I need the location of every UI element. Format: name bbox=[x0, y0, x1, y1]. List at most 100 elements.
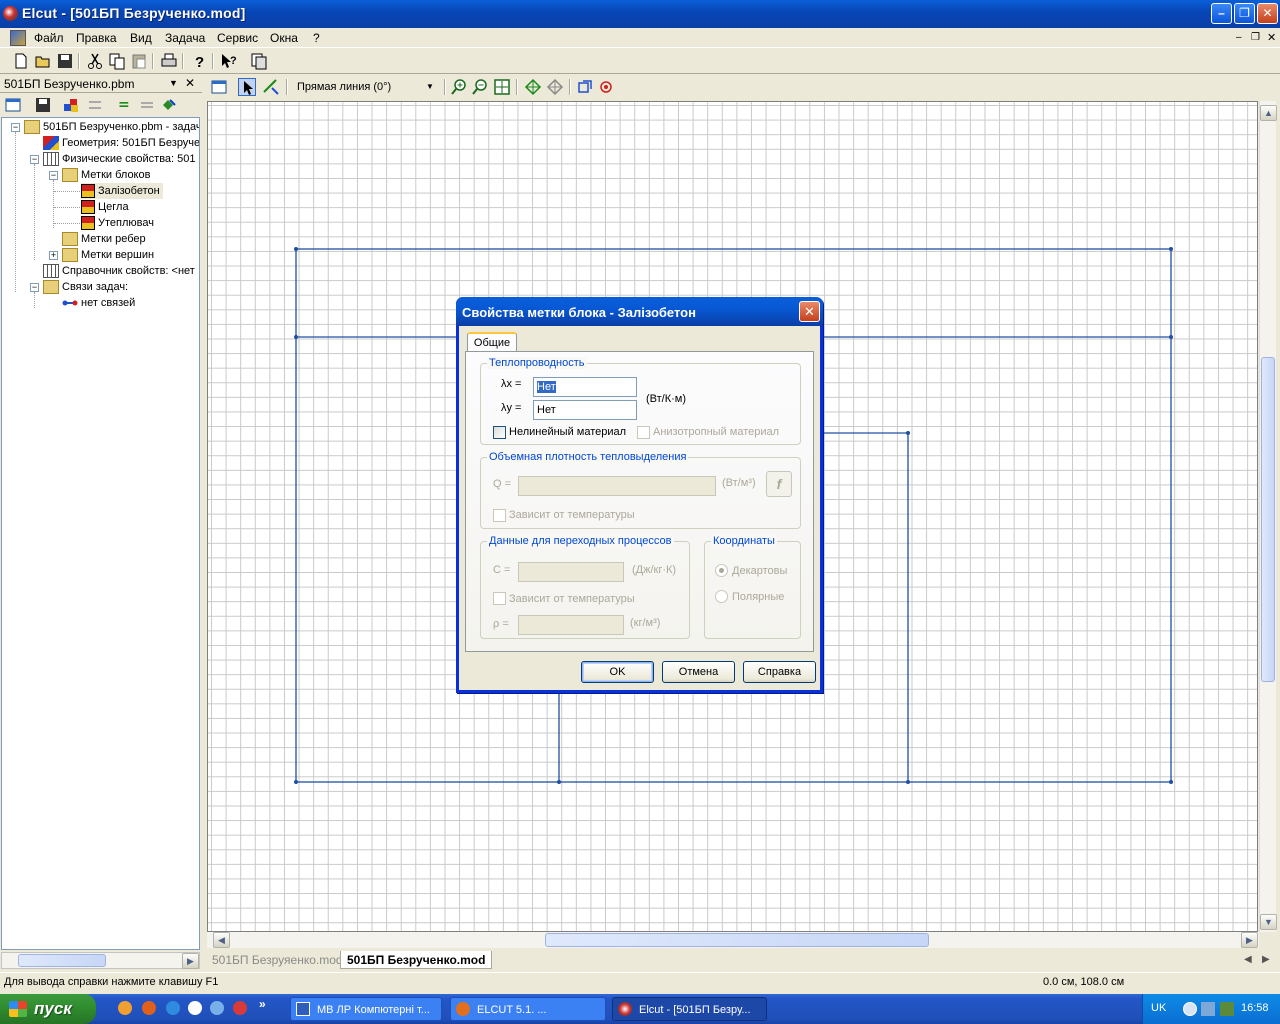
ok-button[interactable]: OK bbox=[581, 661, 654, 683]
refresh-icon[interactable] bbox=[576, 78, 594, 96]
cut-icon[interactable] bbox=[86, 52, 104, 70]
lambda-x-input[interactable]: Нет bbox=[533, 377, 637, 397]
close-button[interactable]: ✕ bbox=[1257, 3, 1278, 24]
vertex[interactable] bbox=[1169, 247, 1173, 251]
scroll-up-button[interactable]: ▲ bbox=[1260, 105, 1277, 121]
anisotropic-checkbox[interactable] bbox=[637, 426, 650, 439]
new-file-icon[interactable] bbox=[12, 52, 30, 70]
elcut-app-icon[interactable] bbox=[3, 6, 18, 21]
expand-toggle[interactable]: + bbox=[49, 251, 58, 260]
rho-input[interactable] bbox=[518, 615, 624, 635]
tab-scroll-right-icon[interactable]: ▶ bbox=[1262, 954, 1270, 965]
tree-item-block-tsehla[interactable]: Цегла bbox=[81, 199, 129, 215]
tree-item-block-zalizobeton[interactable]: Залізобетон bbox=[81, 183, 163, 199]
about-icon[interactable] bbox=[250, 52, 268, 70]
tree-item-geometry[interactable]: Геометрия: 501БП Безруче bbox=[43, 135, 199, 151]
properties-icon[interactable] bbox=[4, 96, 22, 114]
lambda-y-input[interactable]: Нет bbox=[533, 400, 637, 420]
cancel-button[interactable]: Отмена bbox=[662, 661, 735, 683]
scroll-left-button[interactable]: ◀ bbox=[213, 932, 230, 948]
ie-icon[interactable] bbox=[166, 1001, 180, 1015]
butterfly-icon[interactable] bbox=[118, 1001, 132, 1015]
vertical-scroll-thumb[interactable] bbox=[1261, 357, 1275, 682]
geometry-model-icon[interactable] bbox=[62, 96, 80, 114]
expand-toggle[interactable]: − bbox=[11, 123, 20, 132]
tree-item-physical-properties[interactable]: Физические свойства: 501 bbox=[43, 151, 196, 167]
maximize-button[interactable]: ❐ bbox=[1234, 3, 1255, 24]
firefox-icon[interactable] bbox=[142, 1001, 156, 1015]
vertex[interactable] bbox=[1169, 780, 1173, 784]
context-help-icon[interactable]: ? bbox=[220, 52, 238, 70]
build-mesh-icon[interactable] bbox=[524, 78, 542, 96]
nonlinear-checkbox[interactable] bbox=[493, 426, 506, 439]
help-button[interactable]: Справка bbox=[743, 661, 816, 683]
inner-edge[interactable] bbox=[823, 432, 909, 782]
tree-item-no-links[interactable]: нет связей bbox=[62, 295, 135, 311]
tray-app-icon[interactable] bbox=[1220, 1002, 1234, 1016]
tab-document-1[interactable]: 501БП Безруяенко.mod bbox=[206, 951, 349, 969]
insert-mode-icon[interactable] bbox=[262, 78, 280, 96]
menu-task[interactable]: Задача bbox=[165, 31, 205, 45]
zoom-out-icon[interactable] bbox=[471, 78, 489, 96]
tree-item-problem[interactable]: 501БП Безрученко.pbm - задач bbox=[24, 119, 199, 135]
menu-view[interactable]: Вид bbox=[130, 31, 152, 45]
panel-dropdown-icon[interactable]: ▼ bbox=[169, 78, 178, 88]
tray-arrow-icon[interactable] bbox=[1183, 1002, 1197, 1016]
c-input[interactable] bbox=[518, 562, 624, 582]
print-icon[interactable] bbox=[160, 52, 178, 70]
vertex[interactable] bbox=[294, 335, 298, 339]
panel-close-icon[interactable]: ✕ bbox=[185, 76, 195, 90]
language-indicator[interactable]: UK bbox=[1151, 1002, 1166, 1014]
save-problem-icon[interactable] bbox=[34, 96, 52, 114]
vertex[interactable] bbox=[906, 780, 910, 784]
tree-item-task-links[interactable]: Связи задач: bbox=[43, 279, 128, 295]
mdi-minimize-icon[interactable]: – bbox=[1236, 32, 1242, 43]
mdi-restore-icon[interactable]: ❐ bbox=[1251, 32, 1260, 43]
copy-icon[interactable] bbox=[108, 52, 126, 70]
scroll-right-button[interactable]: ▶ bbox=[1241, 932, 1258, 948]
minimize-button[interactable]: – bbox=[1211, 3, 1232, 24]
dialog-title-bar[interactable]: Свойства метки блока - Залізобетон ✕ bbox=[456, 297, 823, 326]
transient-temp-dependent-checkbox[interactable] bbox=[493, 592, 506, 605]
menu-edit[interactable]: Правка bbox=[76, 31, 117, 45]
canvas-vertical-scrollbar[interactable]: ▲ ▼ bbox=[1259, 101, 1277, 932]
start-button[interactable]: пуск bbox=[0, 994, 96, 1024]
tab-document-2[interactable]: 501БП Безрученко.mod bbox=[340, 951, 493, 969]
heat-temp-dependent-checkbox[interactable] bbox=[493, 509, 506, 522]
analysis-icon[interactable] bbox=[160, 96, 178, 114]
zoom-fit-icon[interactable] bbox=[493, 78, 511, 96]
tree-scroll-thumb[interactable] bbox=[18, 954, 106, 967]
horizontal-scroll-thumb[interactable] bbox=[545, 933, 929, 947]
quicklaunch-more-icon[interactable]: » bbox=[259, 997, 266, 1011]
vertex[interactable] bbox=[1169, 335, 1173, 339]
menu-file[interactable]: Файл bbox=[34, 31, 64, 45]
network-icon[interactable] bbox=[1201, 1002, 1215, 1016]
scroll-down-button[interactable]: ▼ bbox=[1260, 914, 1277, 930]
tree-item-edge-labels[interactable]: Метки ребер bbox=[62, 231, 146, 247]
menu-windows[interactable]: Окна bbox=[270, 31, 298, 45]
taskbar-item-elcut-help[interactable]: ELCUT 5.1. ... bbox=[450, 997, 606, 1021]
line-mode-select[interactable]: Прямая линия (0°) ▼ bbox=[292, 78, 437, 97]
problem-tree[interactable]: − 501БП Безрученко.pbm - задач Геометрия… bbox=[1, 117, 200, 950]
tree-item-block-uteplyuvach[interactable]: Утеплювач bbox=[81, 215, 154, 231]
scroll-right-button[interactable]: ▶ bbox=[182, 953, 199, 969]
canvas-horizontal-scrollbar[interactable]: ◀ ▶ bbox=[207, 932, 1259, 948]
help-question-icon[interactable]: ? bbox=[190, 52, 208, 71]
select-arrow-icon[interactable] bbox=[238, 78, 256, 96]
taskbar-item-elcut-main[interactable]: Elcut - [501БП Безру... bbox=[612, 997, 767, 1021]
menu-service[interactable]: Сервис bbox=[217, 31, 258, 45]
expand-toggle[interactable]: − bbox=[30, 155, 39, 164]
vertex[interactable] bbox=[557, 780, 561, 784]
save-icon[interactable] bbox=[56, 52, 74, 70]
opera-icon[interactable] bbox=[233, 1001, 247, 1015]
polar-radio[interactable] bbox=[715, 590, 728, 603]
mdi-close-icon[interactable]: ✕ bbox=[1267, 31, 1276, 44]
document-icon[interactable] bbox=[10, 30, 26, 46]
menu-help[interactable]: ? bbox=[313, 31, 320, 45]
tree-item-block-labels[interactable]: Метки блоков bbox=[62, 167, 150, 183]
open-folder-icon[interactable] bbox=[34, 52, 52, 70]
vertex[interactable] bbox=[294, 780, 298, 784]
stop-icon[interactable] bbox=[597, 78, 615, 96]
solve-icon[interactable]: = bbox=[116, 96, 134, 114]
q-input[interactable] bbox=[518, 476, 716, 496]
